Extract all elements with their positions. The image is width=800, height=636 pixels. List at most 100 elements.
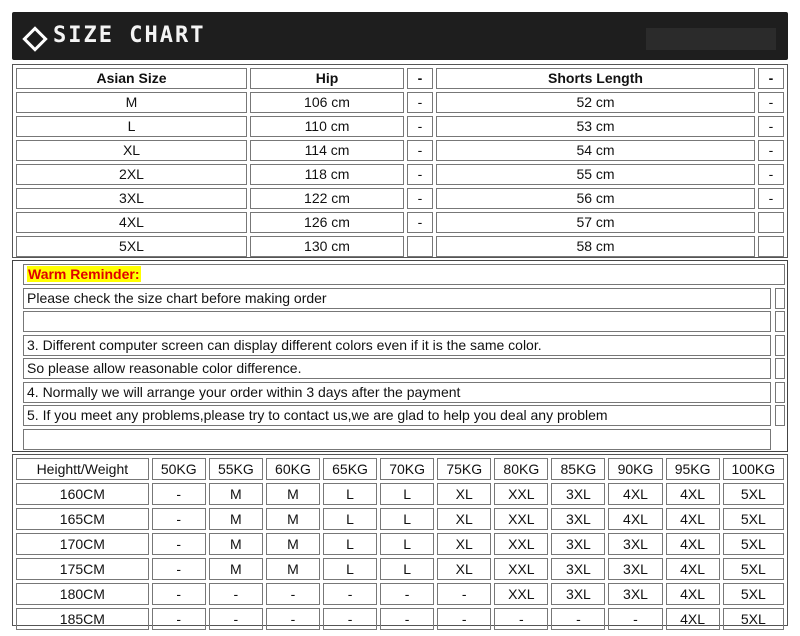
weight-table-cell: XXL xyxy=(494,533,549,555)
reminder-line-row: 3. Different computer screen can display… xyxy=(23,334,785,356)
size-table-cell: 52 cm xyxy=(436,92,755,113)
size-table-header-cell: - xyxy=(758,68,784,89)
size-table-cell: 53 cm xyxy=(436,116,755,137)
weight-table-cell: XL xyxy=(437,533,492,555)
weight-table-header-cell: 95KG xyxy=(665,458,720,480)
diamond-outline-icon xyxy=(22,26,48,52)
size-table-cell: - xyxy=(407,188,433,209)
weight-table-cell: - xyxy=(208,608,263,630)
weight-table-cell: - xyxy=(265,608,320,630)
size-table-row: 4XL 126 cm -57 cm xyxy=(16,212,784,233)
weight-table-cell: M xyxy=(265,533,320,555)
weight-table-cell: - xyxy=(265,583,320,605)
size-table-cell: 114 cm xyxy=(250,140,404,161)
weight-table-cell: 3XL xyxy=(551,558,606,580)
size-table-cell: 3XL xyxy=(16,188,247,209)
weight-table-cell: XL xyxy=(437,508,492,530)
weight-table-cell: L xyxy=(322,483,378,505)
weight-table-row: 160CM - M M L L XL XXL 3XL 4XL 4XL 5XL xyxy=(16,483,784,505)
weight-table-cell: L xyxy=(380,533,435,555)
weight-table-cell: 4XL xyxy=(665,608,720,630)
size-table-cell: - xyxy=(758,188,784,209)
weight-table-cell: 5XL xyxy=(722,583,784,605)
height-weight-table: Heightt/Weight 50KG 55KG 60KG 65KG 70KG 75KG 80… xyxy=(13,455,787,633)
weight-table-cell: - xyxy=(151,583,206,605)
reminder-side-cell xyxy=(775,311,785,332)
weight-table-cell: - xyxy=(380,583,435,605)
size-table-cell: L xyxy=(16,116,247,137)
weight-table-header-cell: 70KG xyxy=(380,458,435,480)
size-table-cell: - xyxy=(758,116,784,137)
reminder-line-row: 5. If you meet any problems,please try t… xyxy=(23,405,785,426)
size-table-row: L 110 cm -53 cm - xyxy=(16,116,784,137)
reminder-line: 3. Different computer screen can display… xyxy=(23,334,771,356)
weight-table-cell: 175CM xyxy=(16,558,149,580)
weight-table-cell: - xyxy=(437,608,492,630)
size-table-header-cell: - xyxy=(407,68,433,89)
size-table-cell: - xyxy=(407,164,433,185)
weight-table-cell: 3XL xyxy=(551,483,606,505)
weight-table-cell: M xyxy=(208,533,263,555)
weight-table-cell: 185CM xyxy=(16,608,149,630)
size-table-row: 5XL 130 cm 58 cm xyxy=(16,236,784,257)
weight-table-cell: 160CM xyxy=(16,483,149,505)
warm-reminder-panel: Warm Reminder: Please check the size cha… xyxy=(12,260,788,452)
weight-table-header-cell: 85KG xyxy=(551,458,606,480)
weight-table-row: 165CM - M M L L XL XXL 3XL 4XL 4XL 5XL xyxy=(16,508,784,530)
reminder-side-cell xyxy=(775,405,785,426)
size-table-cell: XL xyxy=(16,140,247,161)
weight-table-cell: 4XL xyxy=(608,483,663,505)
size-table-header-cell: Hip xyxy=(250,68,404,89)
weight-table-cell: M xyxy=(208,508,263,530)
size-table-cell: 58 cm xyxy=(436,236,755,257)
size-table-cell: - xyxy=(407,212,433,233)
size-table-cell: 4XL xyxy=(16,212,247,233)
banner-title: SIZE CHART xyxy=(53,23,206,48)
weight-table-header-cell: 50KG xyxy=(151,458,206,480)
reminder-line: 5. If you meet any problems,please try t… xyxy=(23,405,771,426)
weight-table-cell: - xyxy=(322,608,378,630)
weight-table-cell: 3XL xyxy=(608,583,663,605)
weight-table-cell: L xyxy=(380,508,435,530)
weight-table-cell: M xyxy=(208,483,263,505)
weight-table-cell: 4XL xyxy=(665,558,720,580)
size-table-row: M 106 cm -52 cm - xyxy=(16,92,784,113)
weight-table-cell: L xyxy=(322,508,378,530)
weight-table-cell: - xyxy=(437,583,492,605)
size-table-header-cell: Asian Size xyxy=(16,68,247,89)
weight-table-header-cell: 80KG xyxy=(494,458,549,480)
size-table-cell: 5XL xyxy=(16,236,247,257)
weight-table-cell: XXL xyxy=(494,583,549,605)
weight-table-header-cell: 55KG xyxy=(208,458,263,480)
weight-table-cell: - xyxy=(322,583,378,605)
weight-table-cell: - xyxy=(151,608,206,630)
size-table-header-cell: Shorts Length xyxy=(436,68,755,89)
weight-table-cell: - xyxy=(551,608,606,630)
weight-table-cell: 3XL xyxy=(608,533,663,555)
size-table-cell: - xyxy=(758,164,784,185)
reminder-side-cell xyxy=(775,334,785,356)
size-table-header-row: Asian Size Hip - Shorts Length - xyxy=(16,68,784,89)
size-chart-banner: SIZE CHART xyxy=(12,12,788,60)
weight-table-header-cell: Heightt/Weight xyxy=(16,458,149,480)
weight-table-cell: - xyxy=(151,483,206,505)
weight-table-cell: XXL xyxy=(494,508,549,530)
size-table-cell: 57 cm xyxy=(436,212,755,233)
size-table-row: XL 114 cm -54 cm - xyxy=(16,140,784,161)
weight-table-cell: 5XL xyxy=(722,558,784,580)
weight-table-cell: 4XL xyxy=(665,583,720,605)
weight-table-cell: 4XL xyxy=(608,508,663,530)
size-table-cell: - xyxy=(407,92,433,113)
reminder-side-cell xyxy=(775,287,785,309)
weight-table-cell: M xyxy=(265,558,320,580)
weight-table-row: 175CM - M M L L XL XXL 3XL 3XL 4XL 5XL xyxy=(16,558,784,580)
reminder-list: Warm Reminder: Please check the size cha… xyxy=(23,264,785,452)
reminder-line-row xyxy=(23,428,785,450)
weight-table-cell: XXL xyxy=(494,558,549,580)
weight-table-cell: M xyxy=(265,508,320,530)
reminder-line-row: So please allow reasonable color differe… xyxy=(23,358,785,379)
weight-table-cell: 5XL xyxy=(722,608,784,630)
weight-table-cell: - xyxy=(151,508,206,530)
weight-table-cell: - xyxy=(608,608,663,630)
weight-table-row: 185CM - - - - - - - - -4XL 5XL xyxy=(16,608,784,630)
